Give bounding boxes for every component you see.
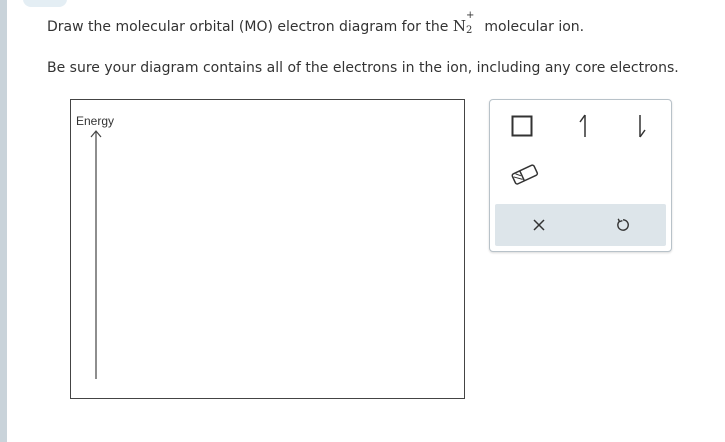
clear-button[interactable] — [527, 213, 551, 237]
energy-axis-label: Energy — [76, 114, 115, 128]
undo-button[interactable] — [611, 213, 635, 237]
mo-diagram-canvas[interactable]: Energy — [70, 99, 465, 399]
instruction-line-2: Be sure your diagram contains all of the… — [47, 60, 679, 76]
half-arrow-down-icon — [639, 115, 646, 138]
eraser-icon — [511, 164, 539, 185]
half-arrow-up-icon — [579, 114, 586, 137]
instruction-text-after: molecular ion. — [484, 19, 585, 35]
top-tab[interactable] — [23, 0, 67, 7]
spin-down-electron-tool[interactable] — [630, 112, 654, 140]
orbital-box-tool[interactable] — [510, 114, 534, 138]
x-icon — [533, 219, 545, 231]
ion-formula: N +2 — [452, 10, 475, 36]
ion-subscript: 2 — [465, 25, 473, 36]
square-icon — [511, 115, 533, 137]
spin-up-electron-tool[interactable] — [572, 112, 596, 140]
eraser-tool[interactable] — [508, 162, 542, 188]
drawing-toolbox — [489, 99, 672, 252]
instruction-line-1: Draw the molecular orbital (MO) electron… — [47, 10, 585, 36]
ion-charge: + — [465, 10, 475, 21]
instruction-text-before: Draw the molecular orbital (MO) electron… — [47, 19, 449, 35]
left-sidebar-bar — [0, 0, 7, 442]
undo-icon — [617, 218, 629, 231]
energy-axis-arrow — [90, 130, 102, 379]
toolbox-action-bar — [495, 204, 666, 246]
ion-symbol: N — [452, 17, 466, 35]
